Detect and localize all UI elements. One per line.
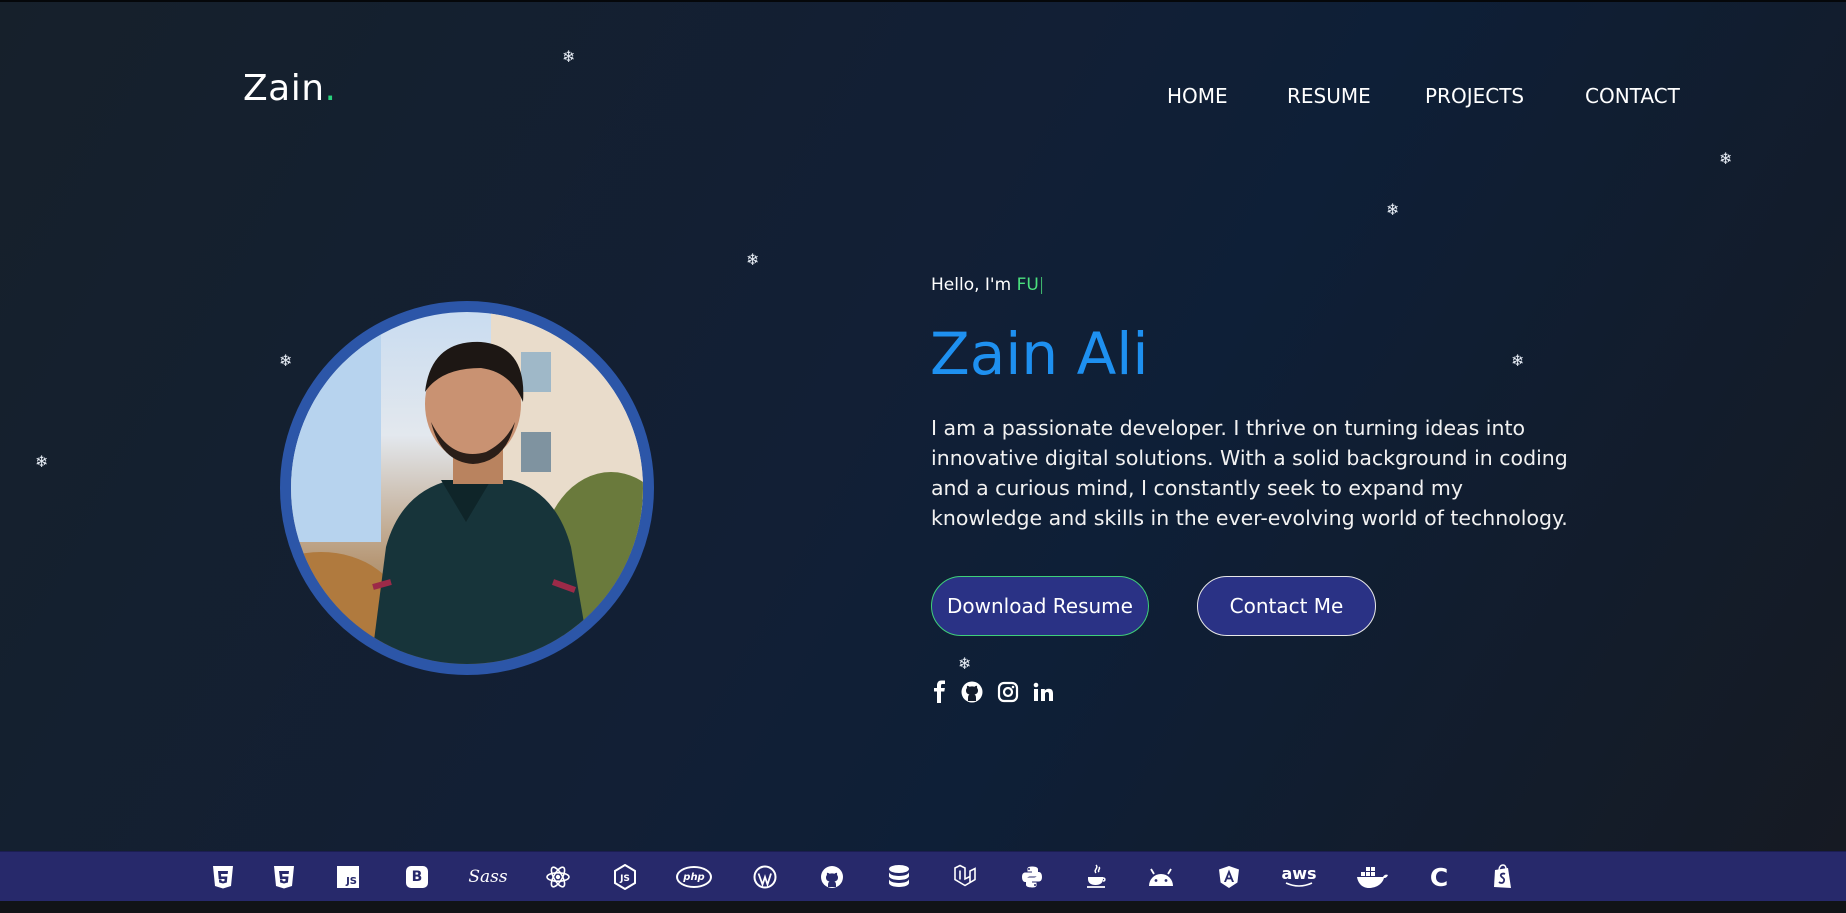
github-icon[interactable]: [960, 680, 984, 704]
java-icon: [1083, 864, 1109, 890]
php-icon: php: [676, 864, 712, 890]
snowflake-icon: ❄: [279, 351, 293, 370]
database-icon: [886, 864, 912, 890]
person-illustration: [291, 312, 643, 664]
greeting-line: Hello, I'm FU|: [931, 275, 1045, 295]
aws-label: aws: [1281, 864, 1317, 883]
bootstrap-label: B: [406, 866, 428, 888]
sass-label: Sass: [468, 867, 508, 887]
angular-icon: [1217, 864, 1241, 890]
nav-resume[interactable]: RESUME: [1287, 84, 1371, 108]
skills-bar: JS B Sass JS php aws C: [0, 851, 1846, 902]
bottom-strip: [0, 901, 1846, 913]
shopify-icon: [1490, 864, 1516, 890]
nodejs-icon: JS: [612, 864, 638, 890]
snowflake-icon: ❄: [746, 250, 760, 269]
typed-role: FU: [1016, 275, 1039, 295]
snowflake-icon: ❄: [1719, 149, 1733, 168]
hero-bio: I am a passionate developer. I thrive on…: [931, 416, 1568, 530]
js-label: JS: [337, 866, 359, 888]
html5-icon: [210, 864, 236, 890]
wordpress-icon: [752, 864, 778, 890]
download-resume-button[interactable]: Download Resume: [931, 576, 1149, 636]
laravel-icon: [952, 864, 978, 890]
brand-dot: .: [324, 68, 337, 109]
nav-projects[interactable]: PROJECTS: [1425, 84, 1524, 108]
brand-name: Zain: [243, 68, 325, 109]
linkedin-icon[interactable]: [1031, 680, 1055, 704]
hero-name: Zain Ali: [930, 320, 1149, 388]
typing-cursor: |: [1038, 275, 1045, 295]
snowflake-icon: ❄: [958, 654, 972, 673]
aws-icon: aws: [1281, 864, 1317, 890]
bootstrap-icon: B: [404, 864, 430, 890]
python-icon: [1019, 864, 1045, 890]
docker-icon: [1354, 864, 1390, 890]
react-icon: [545, 864, 571, 890]
android-icon: [1146, 864, 1176, 890]
css3-icon: [271, 864, 297, 890]
brand-logo[interactable]: Zain.: [243, 68, 337, 109]
top-border: [0, 0, 1846, 2]
javascript-icon: JS: [336, 864, 360, 890]
nav-contact[interactable]: CONTACT: [1585, 84, 1680, 108]
snowflake-icon: ❄: [35, 452, 49, 471]
sass-icon: Sass: [468, 864, 508, 890]
snowflake-icon: ❄: [562, 47, 576, 66]
svg-text:JS: JS: [619, 874, 630, 884]
contact-me-button[interactable]: Contact Me: [1197, 576, 1376, 636]
nav-home[interactable]: HOME: [1167, 84, 1228, 108]
c-icon: C: [1426, 862, 1452, 892]
php-label: php: [676, 866, 712, 888]
facebook-icon[interactable]: [928, 680, 952, 704]
profile-photo: [280, 301, 654, 675]
github-icon: [819, 864, 845, 890]
snowflake-icon: ❄: [1386, 200, 1400, 219]
c-label: C: [1429, 862, 1449, 892]
instagram-icon[interactable]: [996, 680, 1020, 704]
greeting-text: Hello, I'm: [931, 275, 1012, 295]
snowflake-icon: ❄: [1511, 351, 1525, 370]
